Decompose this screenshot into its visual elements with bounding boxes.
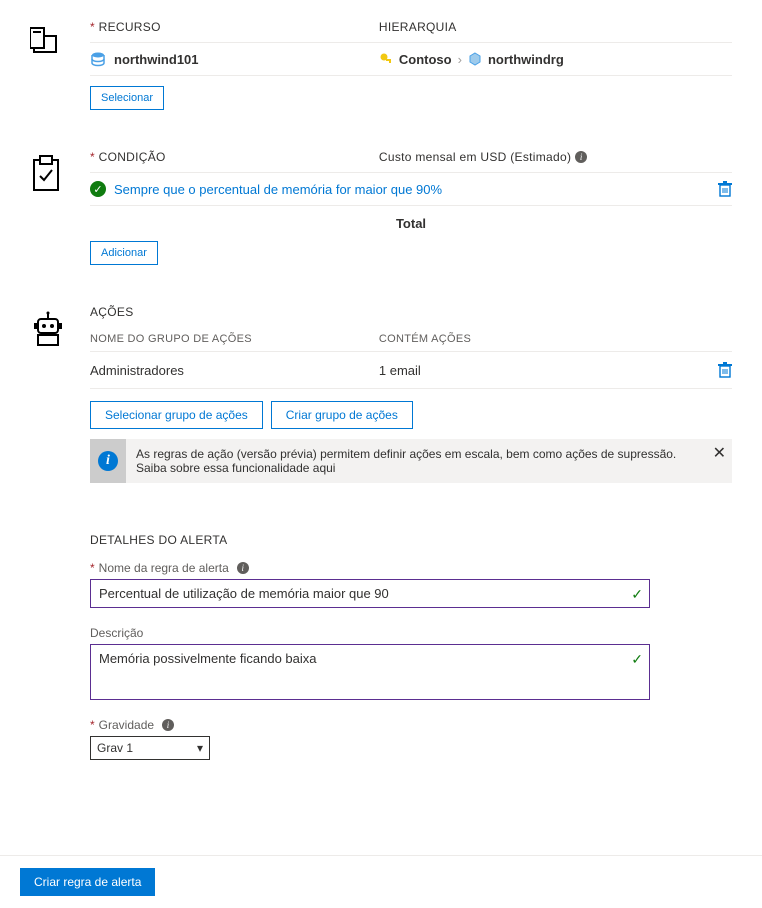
select-action-group-button[interactable]: Selecionar grupo de ações — [90, 401, 263, 429]
database-icon — [90, 51, 106, 67]
info-banner: i As regras de ação (versão prévia) perm… — [90, 439, 732, 483]
valid-check-icon: ✓ — [631, 651, 643, 668]
description-value: Memória possivelmente ficando baixa — [99, 651, 317, 666]
hierarchy-group: northwindrg — [488, 52, 564, 67]
delete-action-group-button[interactable] — [718, 362, 732, 378]
total-label: Total — [90, 206, 732, 241]
chevron-down-icon: ▾ — [197, 741, 203, 755]
condition-label: CONDIÇÃO — [90, 150, 379, 164]
condition-section-icon — [30, 150, 90, 265]
actions-col-contains: CONTÉM AÇÕES — [379, 333, 732, 345]
key-icon — [379, 52, 393, 66]
actions-section-icon — [30, 305, 90, 483]
action-group-contains: 1 email — [379, 363, 718, 378]
delete-condition-button[interactable] — [718, 181, 732, 197]
info-icon[interactable]: i — [162, 719, 174, 731]
hierarchy-label: HIERARQUIA — [379, 20, 732, 34]
info-banner-text: As regras de ação (versão prévia) permit… — [126, 439, 732, 483]
condition-item[interactable]: Sempre que o percentual de memória for m… — [114, 182, 718, 197]
info-icon[interactable]: i — [237, 562, 249, 574]
breadcrumb: Contoso › northwindrg — [379, 52, 732, 67]
rule-name-value: Percentual de utilização de memória maio… — [99, 586, 389, 601]
select-resource-button[interactable]: Selecionar — [90, 86, 164, 110]
add-condition-button[interactable]: Adicionar — [90, 241, 158, 265]
severity-label: Gravidade — [99, 718, 154, 732]
hierarchy-org: Contoso — [399, 52, 452, 67]
severity-select[interactable]: Grav 1 ▾ — [90, 736, 210, 760]
valid-check-icon: ✓ — [631, 586, 643, 603]
resource-label: RECURSO — [90, 20, 379, 34]
actions-label: AÇÕES — [90, 305, 732, 319]
info-banner-icon: i — [98, 451, 118, 471]
cube-icon — [468, 52, 482, 66]
actions-col-group: NOME DO GRUPO DE AÇÕES — [90, 333, 379, 345]
description-input[interactable]: Memória possivelmente ficando baixa ✓ — [90, 644, 650, 700]
severity-value: Grav 1 — [97, 741, 133, 755]
create-action-group-button[interactable]: Criar grupo de ações — [271, 401, 413, 429]
create-alert-rule-button[interactable]: Criar regra de alerta — [20, 868, 155, 896]
cost-label: Custo mensal em USD (Estimado) — [379, 150, 571, 164]
description-label: Descrição — [90, 626, 143, 640]
resource-section-icon — [30, 20, 90, 110]
rule-name-input[interactable]: Percentual de utilização de memória maio… — [90, 579, 650, 608]
rule-name-label: Nome da regra de alerta — [99, 561, 229, 575]
resource-name: northwind101 — [114, 52, 199, 67]
check-circle-icon: ✓ — [90, 181, 106, 197]
info-icon[interactable]: i — [575, 151, 587, 163]
details-heading: DETALHES DO ALERTA — [90, 533, 732, 547]
action-group-name: Administradores — [90, 363, 379, 378]
chevron-right-icon: › — [458, 52, 462, 67]
close-banner-button[interactable]: ✕ — [713, 443, 726, 463]
